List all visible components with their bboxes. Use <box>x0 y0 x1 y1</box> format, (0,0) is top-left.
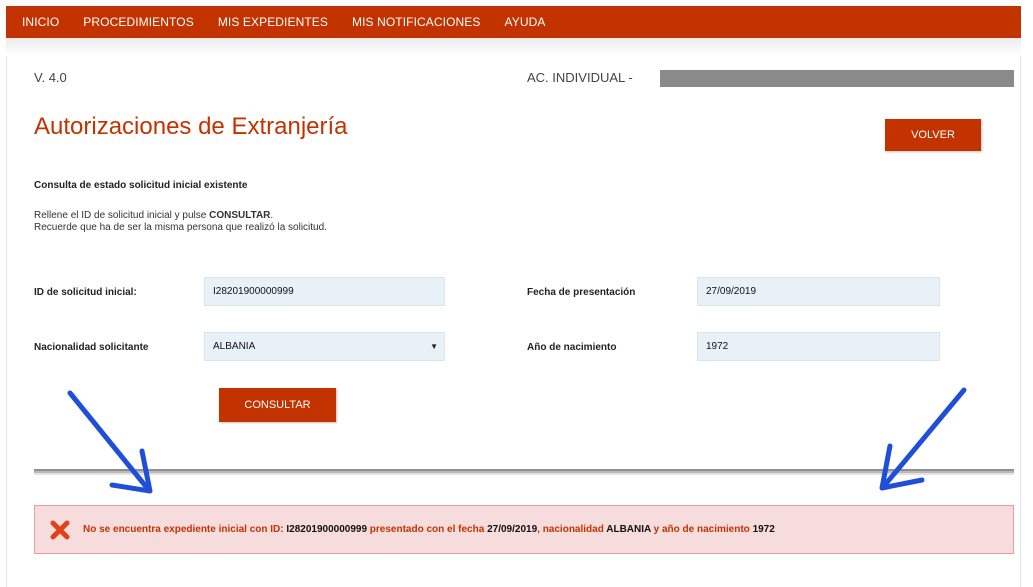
error-text-part: , nacionalidad <box>537 524 607 535</box>
error-message-box: No se encuentra expediente inicial con I… <box>34 505 1014 554</box>
ano-nacimiento-value: 1972 <box>706 341 729 352</box>
ac-individual-label: AC. INDIVIDUAL - <box>527 70 633 85</box>
form-subtitle: Consulta de estado solicitud inicial exi… <box>34 180 248 191</box>
fecha-presentacion-input[interactable]: 27/09/2019 <box>697 277 940 306</box>
error-nacionalidad-value: ALBANIA <box>606 524 651 535</box>
nav-inicio[interactable]: INICIO <box>6 15 71 29</box>
nav-mis-notificaciones[interactable]: MIS NOTIFICACIONES <box>340 15 492 29</box>
fecha-presentacion-value: 27/09/2019 <box>706 286 757 297</box>
id-solicitud-value: I28201900000999 <box>213 286 294 297</box>
version-label: V. 4.0 <box>34 70 67 85</box>
nacionalidad-select[interactable]: ALBANIA ▼ <box>204 332 445 361</box>
nav-ayuda[interactable]: AYUDA <box>493 15 558 29</box>
nav-procedimientos[interactable]: PROCEDIMIENTOS <box>71 15 206 29</box>
top-navigation: INICIO PROCEDIMIENTOS MIS EXPEDIENTES MI… <box>6 6 1021 38</box>
error-text-part: y año de nacimiento <box>650 524 753 535</box>
page-title: Autorizaciones de Extranjería <box>34 113 348 140</box>
error-fecha-value: 27/09/2019 <box>487 524 538 535</box>
dropdown-caret-icon: ▼ <box>430 342 438 351</box>
close-x-icon <box>50 520 70 540</box>
instructions: Rellene el ID de solicitud inicial y pul… <box>34 210 327 234</box>
instructions-bold: CONSULTAR <box>209 210 271 221</box>
consultar-button[interactable]: CONSULTAR <box>219 388 336 422</box>
error-ano-value: 1972 <box>752 524 775 535</box>
error-text-part: No se encuentra expediente inicial con I… <box>83 524 287 535</box>
error-text-part: presentado con el fecha <box>367 524 488 535</box>
instructions-line-1: Rellene el ID de solicitud inicial y pul… <box>34 210 327 222</box>
nacionalidad-label: Nacionalidad solicitante <box>34 342 149 353</box>
volver-button[interactable]: VOLVER <box>885 119 981 151</box>
section-divider <box>34 469 1014 475</box>
id-solicitud-input[interactable]: I28201900000999 <box>204 277 445 306</box>
nav-mis-expedientes[interactable]: MIS EXPEDIENTES <box>206 15 340 29</box>
error-id-value: I28201900000999 <box>286 524 368 535</box>
instructions-text: Rellene el ID de solicitud inicial y pul… <box>34 210 210 221</box>
fecha-presentacion-label: Fecha de presentación <box>527 287 636 298</box>
id-solicitud-label: ID de solicitud inicial: <box>34 287 137 298</box>
ano-nacimiento-input[interactable]: 1972 <box>697 332 940 361</box>
instructions-line-2: Recuerde que ha de ser la misma persona … <box>34 222 327 233</box>
redacted-bar <box>660 70 1014 87</box>
nav-shadow <box>6 38 1021 56</box>
error-message-text: No se encuentra expediente inicial con I… <box>83 524 775 535</box>
ano-nacimiento-label: Año de nacimiento <box>527 342 617 353</box>
nacionalidad-value: ALBANIA <box>213 341 256 352</box>
instructions-period: . <box>270 210 274 221</box>
